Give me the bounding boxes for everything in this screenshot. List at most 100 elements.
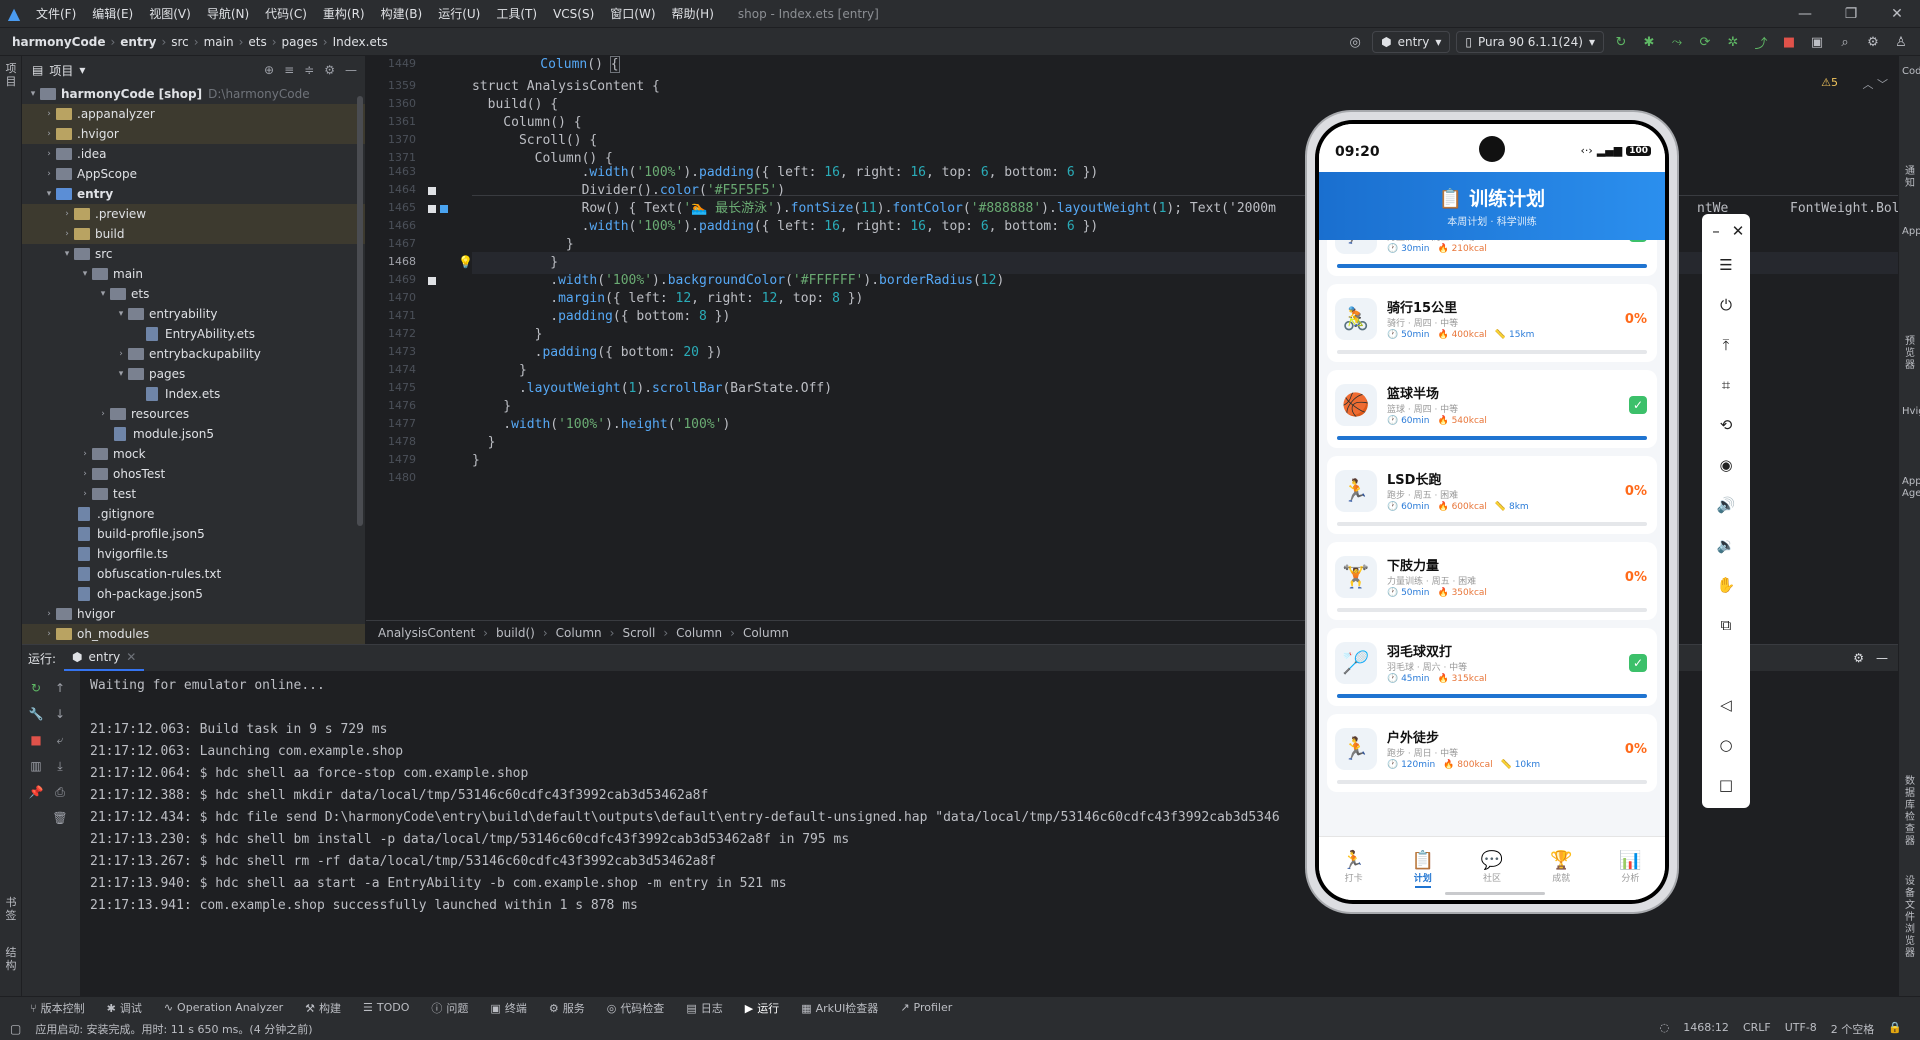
hide-icon[interactable]: — <box>345 63 357 77</box>
tree-item[interactable]: Index.ets <box>22 384 365 404</box>
tool-notifications[interactable]: 通知 <box>1902 166 1918 190</box>
debug-icon[interactable]: ✱ <box>1638 31 1660 53</box>
home-indicator[interactable] <box>1445 892 1545 895</box>
tab-achievement[interactable]: 🏆 成就 <box>1527 837 1596 900</box>
crumb-column-3[interactable]: Column <box>743 626 789 640</box>
volume-up-icon[interactable]: 🔊 <box>1702 490 1750 520</box>
multi-window-icon[interactable]: ⧉ <box>1702 610 1750 640</box>
menu-help[interactable]: 帮助(H) <box>664 0 722 28</box>
tool-bookmarks[interactable]: 书签 <box>3 896 19 922</box>
expand-all-icon[interactable]: ≡ <box>284 63 294 77</box>
lock-icon[interactable]: 🔒 <box>1888 1021 1902 1037</box>
volume-down-icon[interactable]: 🔉 <box>1702 530 1750 560</box>
settings-gear-icon[interactable]: ⚙ <box>1862 31 1884 53</box>
tool-appanalyzer[interactable]: AppAnalyzer <box>1902 226 1920 238</box>
home-nav-icon[interactable]: ○ <box>1702 730 1750 760</box>
back-nav-icon[interactable]: ◁ <box>1702 690 1750 720</box>
phone-screen[interactable]: 09:20 ‹·› ▂▄▆ 100 📋 训练计划 本周计划 · 科学训练 🏃 力量… <box>1315 120 1669 904</box>
tool-codegenie[interactable]: CodeGenie <box>1902 66 1920 78</box>
gutter-marker-icon[interactable] <box>428 277 436 285</box>
crumb-file[interactable]: Index.ets <box>333 35 388 49</box>
crumb-module[interactable]: entry <box>120 35 156 49</box>
plan-list[interactable]: 🏃 力量训练 · 周三 · 中等🕐 30min 🔥 210kcal ✓ 🚴 骑行15公里骑… <box>1319 240 1665 836</box>
gutter-marker-icon[interactable] <box>428 187 436 195</box>
tree-item[interactable]: ▾ harmonyCode [shop] D:\harmonyCode <box>22 84 365 104</box>
menu-window[interactable]: 窗口(W) <box>602 0 663 28</box>
tree-item[interactable]: EntryAbility.ets <box>22 324 365 344</box>
apply-changes-icon[interactable]: ⟳ <box>1694 31 1716 53</box>
crumb-pages[interactable]: pages <box>282 35 318 49</box>
menu-icon[interactable]: ☰ <box>1702 250 1750 280</box>
tree-item[interactable]: ▾ src <box>22 244 365 264</box>
screenshot-crop-icon[interactable]: ⌗ <box>1702 370 1750 400</box>
tool-services[interactable]: ⚙ 服务 <box>549 1000 585 1016</box>
tab-analysis[interactable]: 📊 分析 <box>1596 837 1665 900</box>
arrow-up-icon[interactable]: ↑ <box>52 681 68 697</box>
tool-log[interactable]: ▤ 日志 <box>686 1000 722 1016</box>
crumb-column-2[interactable]: Column <box>676 626 722 640</box>
checkbox-checked-icon[interactable]: ✓ <box>1629 654 1647 672</box>
tab-plan[interactable]: 📋 计划 <box>1388 837 1457 900</box>
tree-item[interactable]: obfuscation-rules.txt <box>22 564 365 584</box>
menu-code[interactable]: 代码(C) <box>257 0 315 28</box>
tree-item[interactable]: › entrybackupability <box>22 344 365 364</box>
gutter-marker-icon[interactable] <box>428 205 436 213</box>
plan-card[interactable]: 🏃 户外徒步 跑步 · 周日 · 中等 🕐 120min 🔥 800kcal 📏 10km… <box>1327 714 1657 792</box>
tool-structure[interactable]: 结构 <box>3 946 19 972</box>
crumb-main[interactable]: main <box>204 35 234 49</box>
menu-view[interactable]: 视图(V) <box>141 0 199 28</box>
menu-tools[interactable]: 工具(T) <box>488 0 545 28</box>
print-icon[interactable]: ⎙ <box>52 785 68 801</box>
pin-top-icon[interactable]: ⤒ <box>1702 330 1750 360</box>
tree-item[interactable]: module.json5 <box>22 424 365 444</box>
tree-item[interactable]: › .appanalyzer <box>22 104 365 124</box>
tree-item[interactable]: hvigorfile.ts <box>22 544 365 564</box>
device-manager-icon[interactable]: ▣ <box>1806 31 1828 53</box>
crumb-src[interactable]: src <box>171 35 189 49</box>
tool-code-inspection[interactable]: ◎ 代码检查 <box>607 1000 665 1016</box>
tool-debug[interactable]: ✱ 调试 <box>107 1000 142 1016</box>
tool-profiler[interactable]: ↗ Profiler <box>900 1001 952 1014</box>
code-line[interactable]: Column() { <box>462 56 620 76</box>
power-icon[interactable]: ⏻ <box>1702 290 1750 320</box>
project-scrollbar[interactable] <box>357 96 363 526</box>
close-icon[interactable]: ✕ <box>1714 216 1762 246</box>
cursor-position[interactable]: 1468:12 <box>1683 1021 1729 1037</box>
hide-icon[interactable]: — <box>1876 651 1888 665</box>
tree-item[interactable]: › build <box>22 224 365 244</box>
arrow-down-icon[interactable]: ↓ <box>52 707 68 723</box>
project-panel-title[interactable]: 项目 <box>49 62 73 79</box>
menu-run[interactable]: 运行(U) <box>430 0 488 28</box>
rerun-icon[interactable]: ↻ <box>1610 31 1632 53</box>
device-select[interactable]: ▯ Pura 90 6.1.1(24) ▾ <box>1456 31 1604 53</box>
recent-nav-icon[interactable]: □ <box>1702 770 1750 800</box>
plan-card[interactable]: 🏃 力量训练 · 周三 · 中等🕐 30min 🔥 210kcal ✓ <box>1327 240 1657 276</box>
locate-icon[interactable]: ⊕ <box>264 63 274 77</box>
scroll-end-icon[interactable]: ⤓ <box>52 759 68 775</box>
tree-item[interactable]: › ohosTest <box>22 464 365 484</box>
maximize-icon[interactable]: ❐ <box>1828 0 1874 28</box>
menu-navigate[interactable]: 导航(N) <box>199 0 257 28</box>
tree-item[interactable]: oh-package.json5 <box>22 584 365 604</box>
menu-build[interactable]: 构建(B) <box>373 0 431 28</box>
tree-item[interactable]: › AppScope <box>22 164 365 184</box>
tree-item[interactable]: › .hvigor <box>22 124 365 144</box>
tool-problems[interactable]: ⓘ 问题 <box>431 1000 468 1016</box>
tool-terminal[interactable]: ▣ 终端 <box>490 1000 526 1016</box>
tree-item[interactable]: build-profile.json5 <box>22 524 365 544</box>
tab-checkin[interactable]: 🏃 打卡 <box>1319 837 1388 900</box>
tool-device-file-explorer[interactable]: 设备文件浏览器 <box>1902 876 1918 960</box>
wrench-icon[interactable]: 🔧 <box>28 707 44 723</box>
checkbox-checked-icon[interactable]: ✓ <box>1629 396 1647 414</box>
crumb-build[interactable]: build() <box>496 626 535 640</box>
crumb-scroll[interactable]: Scroll <box>622 626 655 640</box>
tree-item[interactable]: › oh_modules <box>22 624 365 644</box>
tree-item[interactable]: › hvigor <box>22 604 365 624</box>
close-icon[interactable]: ✕ <box>126 650 136 664</box>
indent-setting[interactable]: 2 个空格 <box>1831 1021 1875 1037</box>
crumb-struct[interactable]: AnalysisContent <box>378 626 475 640</box>
tree-item[interactable]: › mock <box>22 444 365 464</box>
warning-count[interactable]: ⚠5 <box>1821 76 1838 89</box>
tree-item[interactable]: ▾ ets <box>22 284 365 304</box>
tree-item[interactable]: ▾ entry <box>22 184 365 204</box>
